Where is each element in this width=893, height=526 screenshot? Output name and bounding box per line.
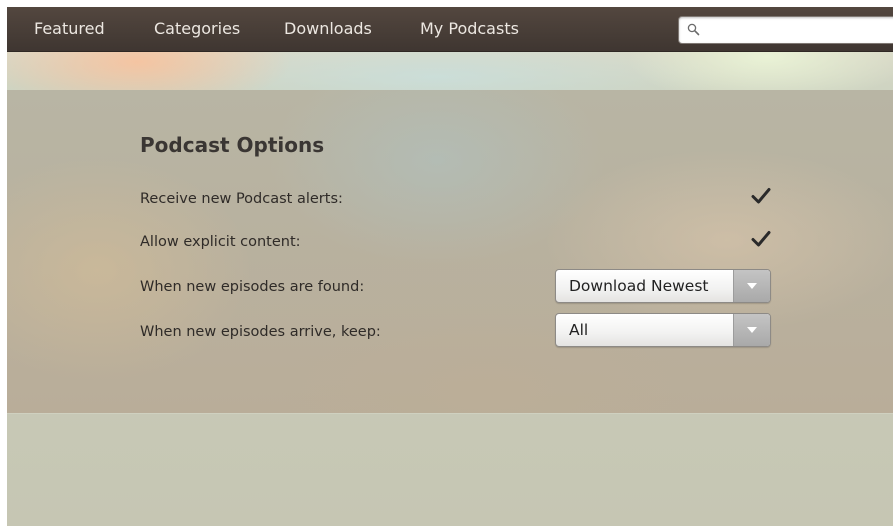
search-icon	[687, 23, 700, 36]
checkmark-icon	[751, 188, 771, 204]
new-podcast-alerts-checkbox[interactable]	[751, 186, 771, 206]
dropdown-selected-value: All	[569, 321, 589, 339]
nav-item-my-podcasts[interactable]: My Podcasts	[420, 7, 519, 51]
dropdown-selected-value: Download Newest	[569, 277, 709, 295]
chevron-down-icon	[747, 327, 757, 333]
nav-item-downloads[interactable]: Downloads	[284, 7, 372, 51]
search-box[interactable]	[678, 16, 893, 44]
option-label-explicit-content: Allow explicit content:	[140, 234, 301, 250]
nav-item-featured[interactable]: Featured	[34, 7, 105, 51]
option-label-new-podcast-alerts: Receive new Podcast alerts:	[140, 191, 343, 207]
top-navigation-bar: Featured Categories Downloads My Podcast…	[7, 7, 893, 52]
nav-item-categories[interactable]: Categories	[154, 7, 240, 51]
chevron-down-icon	[747, 283, 757, 289]
explicit-content-checkbox[interactable]	[751, 229, 771, 249]
panel-title: Podcast Options	[140, 133, 325, 157]
podcast-app-window: Featured Categories Downloads My Podcast…	[7, 7, 893, 526]
podcast-options-panel: Podcast Options Receive new Podcast aler…	[7, 90, 893, 413]
checkmark-icon	[751, 231, 771, 247]
new-episodes-found-dropdown[interactable]: Download Newest	[555, 269, 771, 303]
search-input[interactable]	[703, 20, 893, 40]
option-label-episodes-keep: When new episodes arrive, keep:	[140, 324, 381, 340]
option-label-new-episodes-found: When new episodes are found:	[140, 279, 365, 295]
episodes-keep-dropdown[interactable]: All	[555, 313, 771, 347]
dropdown-arrow-button[interactable]	[733, 270, 770, 302]
dropdown-arrow-button[interactable]	[733, 314, 770, 346]
